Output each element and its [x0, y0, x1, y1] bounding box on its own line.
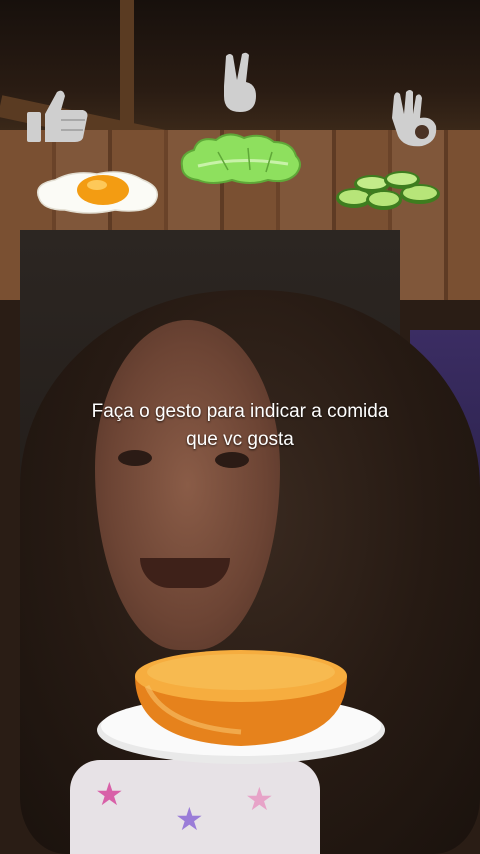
shirt-star-icon: ★	[95, 776, 124, 812]
fried-egg-item[interactable]	[33, 168, 161, 216]
thumbs-up-icon	[27, 90, 88, 142]
ok-hand-icon	[392, 90, 437, 147]
shirt-star-icon: ★	[175, 801, 204, 837]
person-face	[95, 320, 280, 650]
instruction-text: Faça o gesto para indicar a comida que v…	[0, 398, 480, 454]
instruction-line-1: Faça o gesto para indicar a comida	[91, 401, 389, 422]
peace-sign-icon	[224, 52, 256, 112]
lettuce-item[interactable]	[178, 130, 304, 186]
cucumber-slices-item[interactable]	[334, 170, 446, 212]
plate-with-bun	[97, 650, 385, 764]
instruction-line-2: que vc gosta	[186, 429, 294, 450]
shirt-star-icon: ★	[245, 781, 274, 817]
ceiling-beam	[120, 0, 134, 130]
person-eye-right	[215, 452, 249, 468]
